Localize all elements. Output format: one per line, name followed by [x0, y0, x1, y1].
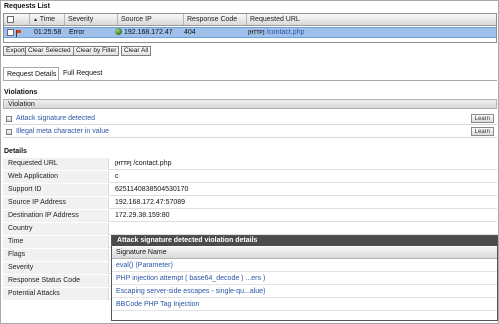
- row-time: 01:25:58: [34, 29, 62, 36]
- detail-label: Flags: [3, 249, 109, 261]
- requests-list-title: Requests List: [4, 3, 50, 10]
- learn-button[interactable]: Learn: [470, 114, 494, 123]
- violations-column-header: Violation: [3, 99, 497, 109]
- row-checkbox[interactable]: [7, 29, 14, 36]
- tab-divider: [3, 80, 497, 81]
- detail-value: 6251140838504530170: [115, 186, 189, 193]
- detail-label: Destination IP Address: [3, 210, 109, 222]
- select-all-checkbox[interactable]: [7, 16, 14, 23]
- tab-full-request[interactable]: Full Request: [60, 67, 105, 81]
- clear-all-button[interactable]: Clear All: [121, 46, 152, 56]
- violation-details-popup: Attack signature detected violation deta…: [111, 235, 498, 321]
- column-header-time[interactable]: ▲ Time: [30, 14, 65, 25]
- event-log-window: Requests List ▲ Time Severity Source IP …: [0, 0, 499, 324]
- detail-label: Support ID: [3, 184, 109, 196]
- signature-name-column-header: Signature Name: [112, 247, 497, 259]
- column-header-severity[interactable]: Severity: [65, 14, 118, 25]
- detail-value: c: [115, 173, 119, 180]
- column-header-source-ip[interactable]: Source IP: [118, 14, 184, 25]
- globe-icon: [115, 28, 122, 35]
- requests-grid: ▲ Time Severity Source IP Response Code …: [3, 13, 497, 43]
- select-all-column[interactable]: [4, 14, 30, 25]
- protocol-tag: [HTTP]: [115, 161, 132, 167]
- sort-ascending-icon: ▲: [33, 17, 38, 23]
- popup-title: Attack signature detected violation deta…: [112, 236, 497, 246]
- row-url-link[interactable]: /contact.php: [266, 29, 304, 36]
- detail-label: Time: [3, 236, 109, 248]
- detail-label: Web Application: [3, 171, 109, 183]
- row-severity: Error: [69, 29, 85, 36]
- detail-value: 192.168.172.47:57089: [115, 199, 186, 206]
- detail-label: Source IP Address: [3, 197, 109, 209]
- details-title: Details: [4, 148, 27, 155]
- detail-label: Severity: [3, 262, 109, 274]
- clear-selected-button[interactable]: Clear Selected: [25, 46, 74, 56]
- detail-value: 172.29.38.159:80: [115, 212, 170, 219]
- detail-label: Potential Attacks: [3, 288, 109, 300]
- flag-icon[interactable]: [16, 30, 21, 37]
- signature-link[interactable]: eval() (Parameter): [112, 260, 497, 272]
- signature-link[interactable]: BBCode PHP Tag Injection: [112, 299, 497, 311]
- violation-link[interactable]: Attack signature detected: [16, 113, 95, 125]
- detail-value: [HTTP] /contact.php: [115, 158, 171, 170]
- row-source-ip: 192.168.172.47: [112, 28, 173, 38]
- signature-link[interactable]: PHP injection attempt ( base64_decode ) …: [112, 273, 497, 285]
- column-header-time-label: Time: [39, 16, 56, 23]
- column-header-response-code[interactable]: Response Code: [184, 14, 247, 25]
- requests-grid-header: ▲ Time Severity Source IP Response Code …: [4, 14, 496, 26]
- protocol-tag: [HTTP]: [248, 30, 265, 36]
- row-response-code: 404: [184, 29, 196, 36]
- detail-label: Requested URL: [3, 158, 109, 170]
- violation-row[interactable]: Illegal meta character in value Learn: [3, 126, 497, 138]
- row-requested-url[interactable]: [HTTP] /contact.php: [245, 28, 304, 38]
- learn-button[interactable]: Learn: [470, 127, 494, 136]
- requested-url-value: /contact.php: [133, 160, 172, 167]
- table-row[interactable]: 01:25:58 Error 192.168.172.47 404 [HTTP]…: [4, 27, 496, 38]
- tab-request-details[interactable]: Request Details: [3, 67, 59, 81]
- expand-icon[interactable]: [6, 129, 12, 135]
- detail-row-web-application: Web Application c: [3, 171, 497, 183]
- column-header-requested-url[interactable]: Requested URL: [247, 14, 498, 25]
- detail-label: Country: [3, 223, 109, 235]
- signature-link[interactable]: Escaping server-side escapes - single-qu…: [112, 286, 497, 298]
- row-source-ip-text: 192.168.172.47: [124, 29, 173, 36]
- violation-row[interactable]: Attack signature detected Learn: [3, 113, 497, 125]
- clear-by-filter-button[interactable]: Clear by Filter: [73, 46, 120, 56]
- detail-row-country: Country: [3, 223, 497, 235]
- violations-title: Violations: [4, 89, 38, 96]
- expand-icon[interactable]: [6, 116, 12, 122]
- detail-row-support-id: Support ID 6251140838504530170: [3, 184, 497, 196]
- violation-link[interactable]: Illegal meta character in value: [16, 126, 109, 138]
- detail-label: Response Status Code: [3, 275, 109, 287]
- detail-row-requested-url: Requested URL [HTTP] /contact.php: [3, 158, 497, 170]
- detail-row-destination-ip: Destination IP Address 172.29.38.159:80: [3, 210, 497, 222]
- detail-row-source-ip: Source IP Address 192.168.172.47:57089: [3, 197, 497, 209]
